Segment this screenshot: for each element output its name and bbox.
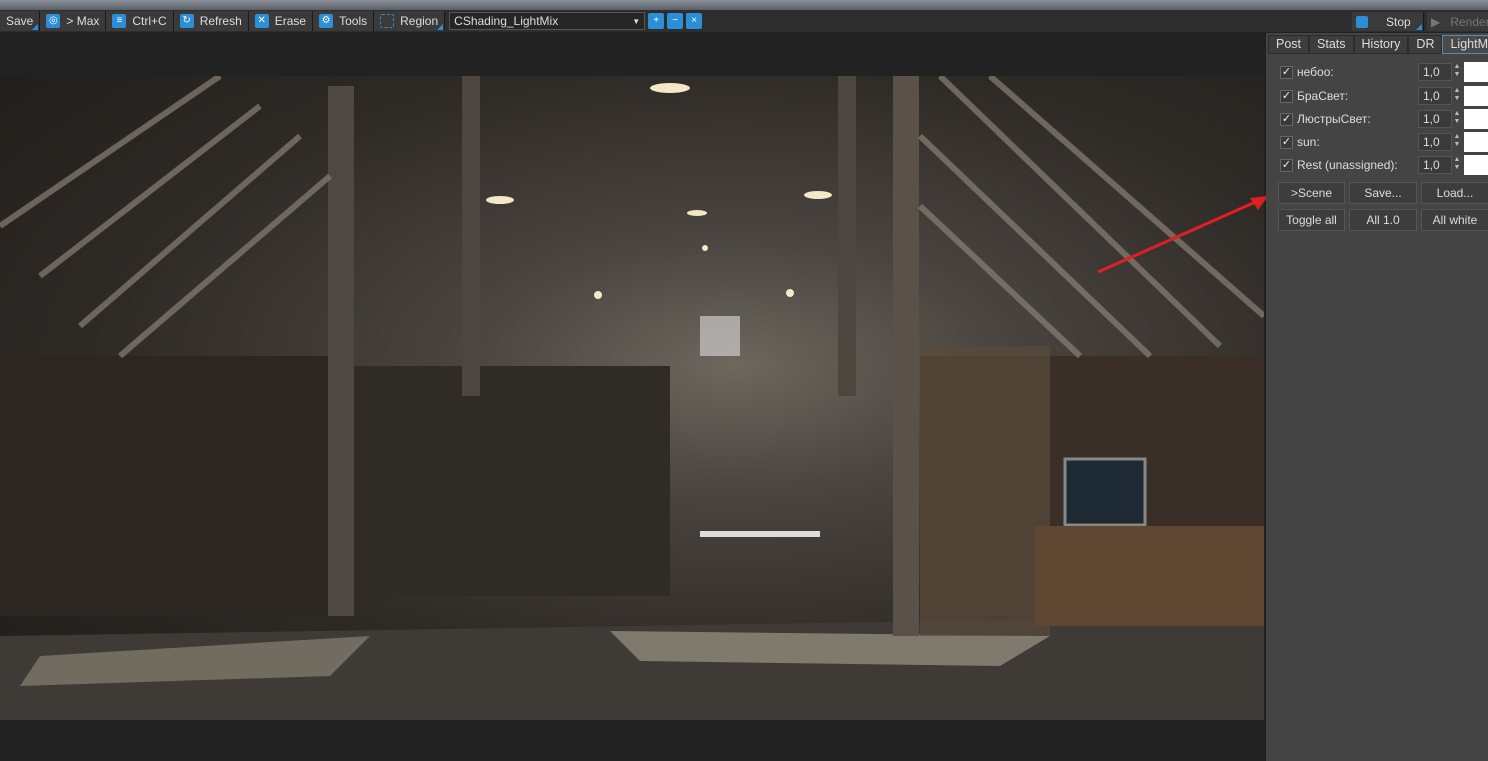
tools-button[interactable]: ⚙ Tools [313,11,375,31]
spinner-icon[interactable]: ▲ ▼ [1452,156,1462,174]
play-icon: ▶ [1431,14,1441,29]
light-label: Rest (unassigned): [1297,158,1398,172]
light-checkbox[interactable]: ✓ [1280,89,1293,103]
light-color-swatch[interactable] [1464,132,1488,152]
channel-select[interactable]: CShading_LightMix ▼ [449,12,646,30]
all-one-button[interactable]: All 1.0 [1349,209,1417,231]
light-checkbox[interactable]: ✓ [1280,112,1293,126]
dropdown-corner-icon [437,24,444,30]
light-row: ✓ sun: 1,0 ▲ ▼ [1280,132,1488,152]
panel-tabs: Post Stats History DR LightMix [1268,35,1488,54]
erase-icon: ✕ [254,14,269,28]
toolbar: Save ◎ > Max ≡ Ctrl+C ↻ Refresh ✕ Erase ⚙ Too… [0,10,1488,32]
dropdown-corner-icon [32,24,39,30]
red-annotation-arrow [1097,196,1268,274]
max-label: > Max [66,14,100,28]
gear-icon: ⚙ [319,14,334,28]
light-color-swatch[interactable] [1464,109,1488,129]
dropdown-corner-icon [1416,24,1422,30]
light-label: небоо: [1297,65,1334,79]
refresh-button[interactable]: ↻ Refresh [173,11,249,31]
region-button[interactable]: Region [374,11,446,31]
erase-label: Erase [274,14,307,28]
save-lightmix-button[interactable]: Save... [1349,182,1417,204]
spinner-icon[interactable]: ▲ ▼ [1452,87,1462,105]
tab-lightmix[interactable]: LightMix [1442,35,1488,54]
toggle-all-button[interactable]: Toggle all [1278,209,1345,231]
rendered-image [0,76,1264,720]
light-intensity-input[interactable]: 1,0 [1418,63,1452,81]
light-intensity-input[interactable]: 1,0 [1418,87,1452,105]
barn-interior-render [0,76,1264,720]
light-intensity-input[interactable]: 1,0 [1418,110,1452,128]
light-color-swatch[interactable] [1464,86,1488,106]
erase-button[interactable]: ✕ Erase [248,11,314,31]
light-label: ЛюстрыСвет: [1297,112,1371,126]
tools-label: Tools [339,14,368,28]
refresh-icon: ↻ [179,14,194,28]
tab-stats[interactable]: Stats [1309,35,1354,54]
light-row: ✓ Rest (unassigned): 1,0 ▲ ▼ [1280,155,1488,175]
zoom-out-icon[interactable]: − [667,13,684,29]
spinner-icon[interactable]: ▲ ▼ [1452,110,1462,128]
spinner-icon[interactable]: ▲ ▼ [1452,63,1462,81]
light-intensity-input[interactable]: 1,0 [1418,156,1452,174]
light-checkbox[interactable]: ✓ [1280,135,1293,149]
clipboard-icon: ≡ [112,14,127,28]
render-button[interactable]: ▶ Render [1427,12,1488,31]
channel-value: CShading_LightMix [454,14,559,28]
stop-label: Stop [1386,14,1411,29]
light-color-swatch[interactable] [1464,155,1488,175]
window-title-strip [0,0,1488,10]
refresh-label: Refresh [199,14,242,28]
zoom-in-icon[interactable]: + [648,13,665,29]
tab-dr[interactable]: DR [1408,35,1443,54]
region-icon [380,14,395,28]
copy-button[interactable]: ≡ Ctrl+C [106,11,174,31]
light-color-swatch[interactable] [1464,62,1488,82]
tab-post[interactable]: Post [1268,35,1310,54]
copy-label: Ctrl+C [132,14,167,28]
max-button[interactable]: ◎ > Max [40,11,107,31]
load-lightmix-button[interactable]: Load... [1421,182,1488,204]
tab-history[interactable]: History [1353,35,1409,54]
light-row: ✓ ЛюстрыСвет: 1,0 ▲ ▼ [1280,109,1488,129]
light-label: БраСвет: [1297,89,1349,103]
save-button[interactable]: Save [0,11,41,31]
save-label: Save [6,14,34,28]
region-label: Region [400,14,439,28]
light-checkbox[interactable]: ✓ [1280,158,1293,172]
max-icon: ◎ [46,14,61,28]
to-scene-button[interactable]: >Scene [1278,182,1345,204]
spinner-icon[interactable]: ▲ ▼ [1452,133,1462,151]
render-label: Render [1450,14,1488,29]
light-checkbox[interactable]: ✓ [1280,65,1293,79]
light-row: ✓ небоо: 1,0 ▲ ▼ [1280,62,1488,82]
lightmix-panel: Post Stats History DR LightMix ✓ небоо: 1,… [1266,33,1488,761]
zoom-reset-icon[interactable]: × [686,13,703,29]
light-row: ✓ БраСвет: 1,0 ▲ ▼ [1280,86,1488,106]
light-label: sun: [1297,135,1320,149]
all-white-button[interactable]: All white [1421,209,1488,231]
light-intensity-input[interactable]: 1,0 [1418,133,1452,151]
chevron-down-icon: ▼ [632,16,641,26]
stop-button[interactable]: Stop [1352,12,1424,31]
stop-icon [1356,15,1368,28]
